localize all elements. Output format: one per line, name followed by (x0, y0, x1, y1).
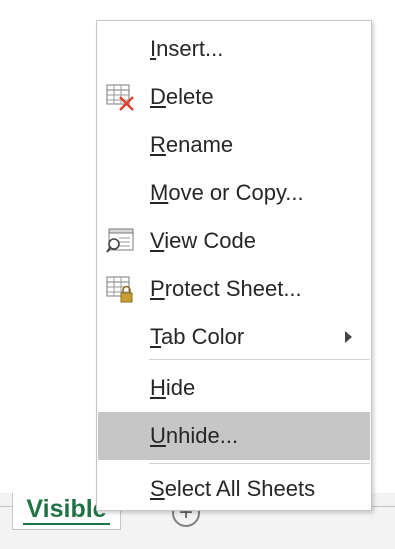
menu-item-label: Protect Sheet... (150, 276, 302, 301)
menu-item-label: Hide (150, 375, 196, 400)
view-code-icon (106, 227, 134, 255)
menu-item-select-all-sheets[interactable]: Select All Sheets (98, 465, 370, 513)
menu-item-unhide[interactable]: Unhide... (98, 412, 370, 460)
menu-item-label: Insert... (150, 36, 224, 61)
menu-item-move-or-copy[interactable]: Move or Copy... (98, 169, 370, 217)
sheet-context-menu: Insert... Delete Rename Move or Copy... (96, 20, 372, 511)
menu-item-label: Unhide... (150, 423, 239, 448)
menu-item-label: View Code (150, 228, 256, 253)
sheet-tab-label: Visible (26, 495, 107, 523)
menu-item-insert[interactable]: Insert... (98, 25, 370, 73)
menu-item-tab-color[interactable]: Tab Color (98, 313, 370, 361)
menu-item-protect-sheet[interactable]: Protect Sheet... (98, 265, 370, 313)
menu-item-label: Rename (150, 132, 234, 157)
protect-sheet-icon (106, 275, 134, 303)
menu-separator (149, 359, 370, 360)
active-tab-indicator (23, 523, 110, 525)
menu-item-label: Tab Color (150, 324, 245, 349)
menu-item-delete[interactable]: Delete (98, 73, 370, 121)
menu-item-label: Select All Sheets (150, 476, 316, 501)
submenu-arrow-icon (345, 331, 352, 343)
menu-item-rename[interactable]: Rename (98, 121, 370, 169)
menu-item-label: Delete (150, 84, 214, 109)
menu-separator (149, 463, 370, 464)
menu-item-label: Move or Copy... (150, 180, 304, 205)
menu-item-view-code[interactable]: View Code (98, 217, 370, 265)
menu-item-hide[interactable]: Hide (98, 364, 370, 412)
delete-sheet-icon (106, 83, 134, 111)
